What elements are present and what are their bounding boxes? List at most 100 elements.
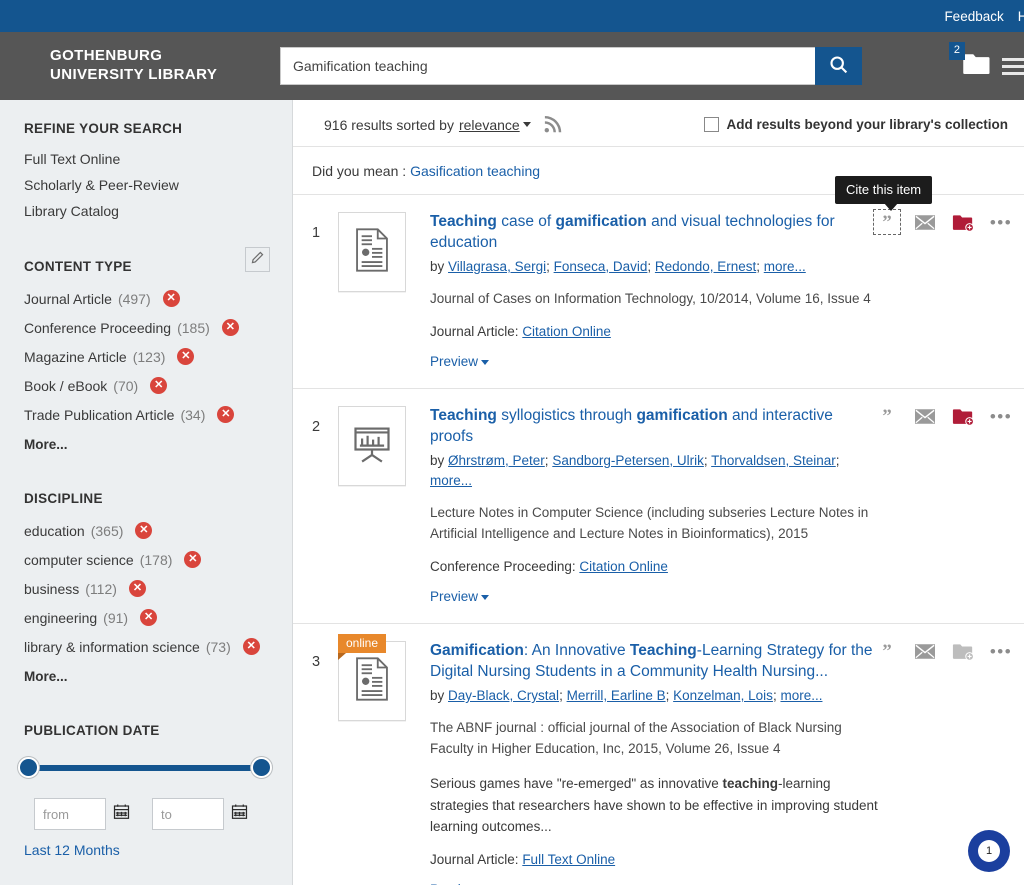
refine-sidebar: REFINE YOUR SEARCH Full Text Online Scho… bbox=[0, 100, 293, 885]
facet-business[interactable]: business (112) ✕ bbox=[0, 574, 292, 603]
remove-facet-icon[interactable]: ✕ bbox=[162, 290, 180, 307]
author-link[interactable]: Konzelman, Lois bbox=[673, 688, 773, 703]
author-link[interactable]: Day-Black, Crystal bbox=[448, 688, 559, 703]
date-range-inputs bbox=[0, 782, 292, 830]
availability-link[interactable]: Citation Online bbox=[522, 324, 611, 339]
last-12-months-link[interactable]: Last 12 Months bbox=[0, 830, 292, 858]
cite-icon[interactable]: ” bbox=[876, 641, 898, 661]
facet-journal-article[interactable]: Journal Article (497) ✕ bbox=[0, 284, 292, 313]
result-thumbnail-column bbox=[338, 406, 430, 606]
checkbox-icon[interactable] bbox=[704, 117, 720, 132]
help-link[interactable]: Hel bbox=[1018, 9, 1024, 24]
author-link[interactable]: Fonseca, David bbox=[554, 259, 648, 274]
email-icon[interactable] bbox=[914, 641, 936, 661]
facet-label[interactable]: Book / eBook bbox=[24, 378, 107, 394]
facet-label[interactable]: Conference Proceeding bbox=[24, 320, 171, 336]
author-link[interactable]: Redondo, Ernest bbox=[655, 259, 756, 274]
email-icon[interactable] bbox=[914, 406, 936, 426]
facet-library-information-science[interactable]: library & information science (73) ✕ bbox=[0, 632, 292, 661]
notification-fab[interactable]: 1 bbox=[968, 830, 1010, 872]
facet-conference-proceeding[interactable]: Conference Proceeding (185) ✕ bbox=[0, 313, 292, 342]
more-authors-link[interactable]: more... bbox=[430, 473, 472, 488]
save-folder-icon[interactable] bbox=[952, 641, 974, 661]
result-title[interactable]: Teaching syllogistics through gamificati… bbox=[430, 406, 878, 448]
facet-count: (123) bbox=[132, 348, 166, 365]
cite-icon[interactable]: ” bbox=[876, 406, 898, 426]
sort-dropdown[interactable]: relevance bbox=[459, 117, 520, 133]
result-preview-toggle[interactable]: Preview bbox=[430, 589, 490, 604]
more-options-icon[interactable]: ••• bbox=[990, 641, 1012, 661]
result-thumbnail[interactable] bbox=[338, 212, 406, 292]
result-title[interactable]: Teaching case of gamification and visual… bbox=[430, 212, 878, 254]
save-folder-icon[interactable] bbox=[952, 212, 974, 232]
remove-facet-icon[interactable]: ✕ bbox=[177, 348, 195, 365]
facet-magazine-article[interactable]: Magazine Article (123) ✕ bbox=[0, 342, 292, 371]
add-results-beyond-checkbox[interactable]: Add results beyond your library's collec… bbox=[704, 117, 1008, 132]
author-link[interactable]: Øhrstrøm, Peter bbox=[448, 453, 545, 468]
author-link[interactable]: Thorvaldsen, Steinar bbox=[711, 453, 836, 468]
rss-feed-icon[interactable] bbox=[543, 115, 562, 134]
calendar-to-button[interactable] bbox=[224, 798, 256, 830]
publication-date-slider[interactable] bbox=[0, 748, 292, 782]
library-logo[interactable]: GOTHENBURG UNIVERSITY LIBRARY bbox=[50, 47, 280, 85]
facet-full-text-online[interactable]: Full Text Online bbox=[0, 146, 292, 172]
facet-trade-publication-article[interactable]: Trade Publication Article (34) ✕ bbox=[0, 400, 292, 429]
facet-scholarly-peer-review[interactable]: Scholarly & Peer-Review bbox=[0, 172, 292, 198]
result-source: The ABNF journal : official journal of t… bbox=[430, 720, 842, 757]
facet-computer-science[interactable]: computer science (178) ✕ bbox=[0, 545, 292, 574]
facet-label[interactable]: computer science bbox=[24, 552, 134, 568]
cite-icon[interactable]: ” Cite this item bbox=[835, 176, 933, 235]
header-actions: 2 bbox=[946, 32, 1024, 100]
search-button[interactable] bbox=[815, 47, 862, 85]
result-thumbnail[interactable] bbox=[338, 641, 406, 722]
content-type-more-link[interactable]: More... bbox=[0, 429, 292, 456]
date-to-input[interactable] bbox=[152, 798, 224, 830]
date-from-input[interactable] bbox=[34, 798, 106, 830]
author-link[interactable]: Villagrasa, Sergi bbox=[448, 259, 546, 274]
feedback-link[interactable]: Feedback bbox=[944, 9, 1003, 24]
slider-handle-min[interactable] bbox=[18, 757, 39, 778]
facet-label[interactable]: Journal Article bbox=[24, 291, 112, 307]
remove-facet-icon[interactable]: ✕ bbox=[128, 580, 146, 597]
remove-facet-icon[interactable]: ✕ bbox=[217, 406, 235, 423]
remove-facet-icon[interactable]: ✕ bbox=[150, 377, 168, 394]
edit-search-button[interactable] bbox=[245, 247, 270, 272]
remove-facet-icon[interactable]: ✕ bbox=[140, 609, 158, 626]
facet-label[interactable]: education bbox=[24, 523, 85, 539]
more-authors-link[interactable]: more... bbox=[764, 259, 806, 274]
result-title[interactable]: Gamification: An Innovative Teaching-Lea… bbox=[430, 641, 878, 683]
remove-facet-icon[interactable]: ✕ bbox=[221, 319, 239, 336]
calendar-from-button[interactable] bbox=[106, 798, 138, 830]
email-icon[interactable] bbox=[914, 212, 936, 232]
facet-count: (91) bbox=[103, 609, 129, 626]
menu-button[interactable] bbox=[1002, 57, 1024, 75]
more-authors-link[interactable]: more... bbox=[780, 688, 822, 703]
more-options-icon[interactable]: ••• bbox=[990, 212, 1012, 232]
facet-label[interactable]: library & information science bbox=[24, 639, 200, 655]
availability-link[interactable]: Citation Online bbox=[579, 559, 668, 574]
result-source: Lecture Notes in Computer Science (inclu… bbox=[430, 505, 869, 542]
facet-book-ebook[interactable]: Book / eBook (70) ✕ bbox=[0, 371, 292, 400]
result-preview-toggle[interactable]: Preview bbox=[430, 354, 490, 369]
facet-label[interactable]: Trade Publication Article bbox=[24, 407, 174, 423]
search-input[interactable] bbox=[280, 47, 815, 85]
saved-items-button[interactable]: 2 bbox=[946, 41, 992, 82]
facet-library-catalog[interactable]: Library Catalog bbox=[0, 198, 292, 224]
did-you-mean-suggestion[interactable]: Gasification teaching bbox=[410, 163, 540, 179]
remove-facet-icon[interactable]: ✕ bbox=[242, 638, 260, 655]
facet-education[interactable]: education (365) ✕ bbox=[0, 516, 292, 545]
remove-facet-icon[interactable]: ✕ bbox=[184, 551, 202, 568]
more-options-icon[interactable]: ••• bbox=[990, 406, 1012, 426]
remove-facet-icon[interactable]: ✕ bbox=[135, 522, 153, 539]
discipline-more-link[interactable]: More... bbox=[0, 661, 292, 688]
slider-handle-max[interactable] bbox=[251, 757, 272, 778]
facet-label[interactable]: Magazine Article bbox=[24, 349, 127, 365]
author-link[interactable]: Merrill, Earline B bbox=[567, 688, 666, 703]
availability-link[interactable]: Full Text Online bbox=[522, 852, 615, 867]
author-link[interactable]: Sandborg-Petersen, Ulrik bbox=[552, 453, 704, 468]
facet-engineering[interactable]: engineering (91) ✕ bbox=[0, 603, 292, 632]
facet-label[interactable]: engineering bbox=[24, 610, 97, 626]
facet-label[interactable]: business bbox=[24, 581, 79, 597]
save-folder-icon[interactable] bbox=[952, 406, 974, 426]
result-thumbnail[interactable] bbox=[338, 406, 406, 487]
